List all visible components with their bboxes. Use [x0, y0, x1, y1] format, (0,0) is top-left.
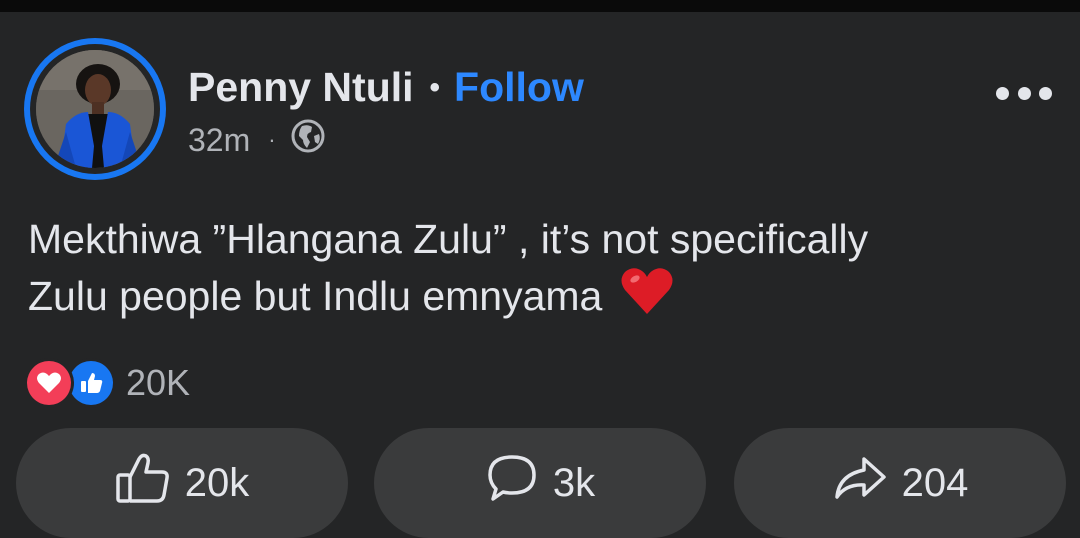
globe-icon	[290, 118, 326, 162]
avatar[interactable]	[24, 38, 166, 180]
follow-button[interactable]: Follow	[454, 64, 584, 111]
share-button[interactable]: 204	[734, 428, 1066, 538]
like-count: 20k	[184, 460, 250, 505]
more-dot-icon	[1017, 86, 1031, 100]
reaction-count: 20K	[126, 362, 191, 403]
more-options-button[interactable]	[996, 78, 1052, 108]
name-separator: •	[429, 70, 441, 104]
profile-photo	[36, 50, 154, 168]
share-count: 204	[901, 460, 969, 505]
post-text-line-2-text: Zulu people but Indlu emnyama	[28, 273, 603, 319]
post-body: Mekthiwa ”Hlangana Zulu” , it’s not spec…	[28, 212, 1068, 329]
author-name[interactable]: Penny Ntuli	[188, 64, 414, 111]
top-status-strip	[0, 0, 1080, 12]
post-text-line-1: Mekthiwa ”Hlangana Zulu” , it’s not spec…	[28, 216, 869, 262]
post-time[interactable]: 32m	[188, 122, 250, 159]
post-meta: 32m ·	[188, 118, 326, 162]
meta-separator: ·	[268, 127, 276, 152]
comment-button[interactable]: 3k	[374, 428, 706, 538]
post-text-line-2: Zulu people but Indlu emnyama	[28, 266, 1068, 329]
like-button[interactable]: 20k	[16, 428, 348, 538]
more-dot-icon	[1039, 86, 1052, 100]
comment-count: 3k	[552, 460, 596, 505]
thumbs-up-icon	[115, 451, 171, 515]
share-arrow-icon	[832, 453, 888, 513]
love-reaction-icon	[24, 358, 74, 408]
comment-bubble-icon	[485, 453, 539, 513]
more-dot-icon	[996, 86, 1009, 100]
reactions-summary[interactable]: 20K	[24, 358, 190, 408]
post-header: Penny Ntuli • Follow	[188, 64, 584, 111]
heart-emoji-icon	[620, 266, 674, 329]
